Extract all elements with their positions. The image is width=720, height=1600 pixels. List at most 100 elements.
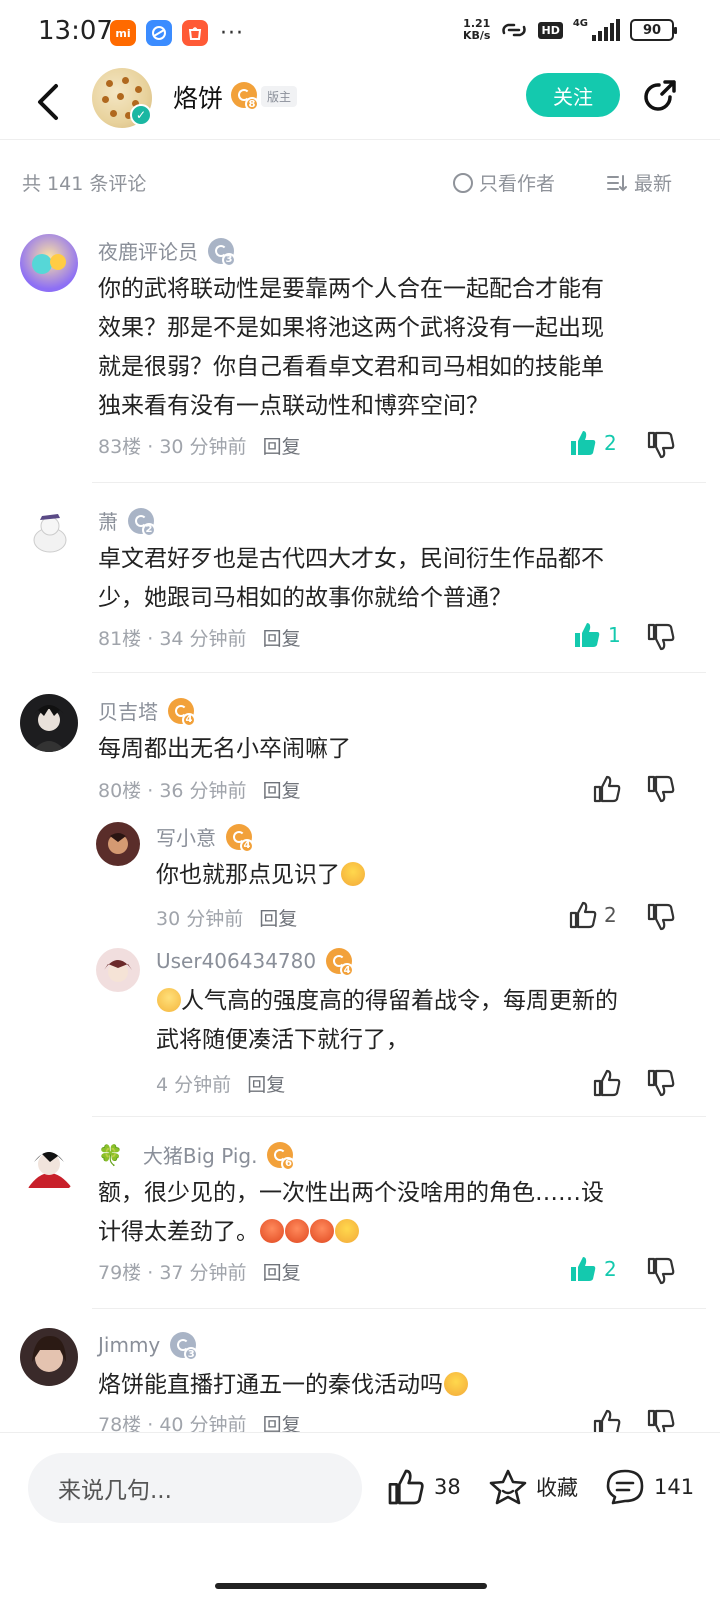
reply-user-avatar[interactable] — [96, 822, 140, 866]
home-indicator[interactable] — [215, 1583, 487, 1589]
angry-emoji-icon — [285, 1219, 309, 1243]
reply-button[interactable]: 回复 — [259, 908, 297, 930]
thumbs-up-icon[interactable] — [592, 774, 622, 804]
sort-label: 最新 — [634, 173, 673, 195]
comment-line: 计得太差劲了。 — [98, 1219, 259, 1245]
comment-item: 🍀 大猪Big Pig. 6 额，很少见的，一次性出两个没啥用的角色……设 计得… — [0, 1116, 720, 1309]
author-name[interactable]: 烙饼 — [173, 79, 223, 115]
thumbs-up-filled-icon — [571, 1257, 596, 1281]
reply-time: 30 分钟前 — [156, 908, 244, 930]
browser-app-icon — [146, 20, 172, 46]
reply-button[interactable]: 回复 — [263, 628, 301, 650]
like-button[interactable]: 1 — [572, 620, 621, 650]
thumbs-down-icon[interactable] — [646, 902, 676, 932]
floor-number: 78楼 — [98, 1414, 142, 1432]
thumbs-up-icon — [388, 1469, 424, 1505]
thumbs-up-icon — [569, 901, 597, 929]
reply-text: 人气高的强度高的得留着战令，每周更新的 武将随便凑活下就行了， — [156, 982, 618, 1060]
level-number: 3 — [222, 252, 236, 267]
comments-button[interactable]: 141 — [604, 1467, 694, 1507]
thumbs-down-icon[interactable] — [646, 622, 676, 652]
user-avatar[interactable] — [20, 1138, 78, 1196]
like-button[interactable]: 2 — [568, 900, 617, 930]
comment-username[interactable]: 大猪Big Pig. — [143, 1140, 258, 1169]
share-icon[interactable] — [640, 78, 678, 116]
mi-app-icon: mi — [110, 20, 136, 46]
favorite-button[interactable]: 收藏 — [488, 1467, 578, 1507]
moderator-tag: 版主 — [261, 86, 298, 107]
reply-text: 你也就那点见识了 — [156, 856, 365, 895]
comment-username-row: 夜鹿评论员 3 — [98, 236, 236, 267]
thumbs-up-filled-icon — [575, 623, 600, 647]
comment-text: 卓文君好歹也是古代四大才女，民间衍生作品都不 少，她跟司马相如的故事你就给个普通… — [98, 540, 604, 618]
reply-button[interactable]: 回复 — [247, 1074, 285, 1096]
thumbs-down-icon[interactable] — [646, 774, 676, 804]
reply-button[interactable]: 回复 — [263, 780, 301, 802]
reply-button[interactable]: 回复 — [263, 436, 301, 458]
level-badge-icon: 3 — [170, 1332, 199, 1361]
comment-username[interactable]: 夜鹿评论员 — [98, 236, 198, 265]
sort-latest-button[interactable]: 最新 — [606, 169, 672, 196]
comment-line: 你的武将联动性是要靠两个人合在一起配合才能有 — [98, 276, 604, 302]
reply-button[interactable]: 回复 — [263, 1262, 301, 1284]
reply-username[interactable]: User406434780 — [156, 949, 316, 973]
reply-meta: 30 分钟前 回复 — [156, 904, 297, 931]
comment-meta: 83楼 · 30 分钟前 回复 — [98, 436, 301, 458]
thumbs-up-icon[interactable] — [592, 1068, 622, 1098]
like-button[interactable]: 2 — [568, 1254, 617, 1284]
radio-circle-icon — [453, 172, 473, 193]
comment-input[interactable]: 来说几句... — [28, 1453, 362, 1523]
level-number: 4 — [340, 963, 355, 977]
post-like-count: 38 — [434, 1475, 461, 1499]
comment-text: 额，很少见的，一次性出两个没啥用的角色……设 计得太差劲了。 — [98, 1174, 604, 1252]
smile-emoji-icon — [157, 988, 181, 1012]
verified-check-icon: ✓ — [130, 104, 152, 126]
star-icon — [489, 1469, 527, 1505]
thumbs-up-icon[interactable] — [592, 1408, 622, 1432]
author-only-toggle[interactable]: 只看作者 — [453, 169, 555, 196]
comment-meta: 81楼 · 34 分钟前 回复 — [98, 628, 301, 650]
crying-emoji-icon — [341, 862, 365, 886]
thumbs-down-icon[interactable] — [646, 1068, 676, 1098]
like-button[interactable]: 2 — [568, 428, 617, 458]
post-like-button[interactable]: 38 — [386, 1467, 461, 1507]
follow-button[interactable]: 关注 — [526, 73, 620, 117]
comment-item: Jimmy 3 烙饼能直播打通五一的秦伐活动吗 78楼 · 40 分钟前 回复 — [0, 1308, 720, 1432]
comment-list: 夜鹿评论员 3 你的武将联动性是要靠两个人合在一起配合才能有 效果？那是不是如果… — [0, 220, 720, 1432]
comment-username[interactable]: 贝吉塔 — [98, 696, 158, 725]
comment-line: 独来看有没有一点联动性和博弈空间？ — [98, 393, 489, 419]
user-avatar[interactable] — [20, 694, 78, 752]
clover-icon: 🍀 — [98, 1142, 123, 1167]
author-only-label: 只看作者 — [479, 173, 556, 195]
comment-username[interactable]: 萧 — [98, 506, 118, 535]
comment-time: 30 分钟前 — [159, 436, 247, 458]
user-avatar[interactable] — [20, 1328, 78, 1386]
reply-user-avatar[interactable] — [96, 948, 140, 992]
user-avatar[interactable] — [20, 504, 78, 562]
level-badge-icon: 2 — [128, 507, 156, 537]
comment-count: 共 141 条评论 — [22, 173, 147, 195]
comment-username-row: 贝吉塔 4 — [98, 696, 196, 727]
link-icon — [502, 23, 527, 37]
comment-meta: 80楼 · 36 分钟前 回复 — [98, 780, 301, 802]
comment-item: 夜鹿评论员 3 你的武将联动性是要靠两个人合在一起配合才能有 效果？那是不是如果… — [0, 220, 720, 483]
level-badge-icon: 4 — [168, 697, 196, 727]
crying-emoji-icon — [335, 1219, 359, 1243]
comment-username[interactable]: Jimmy — [98, 1333, 160, 1357]
reply-username-row: 写小意 4 — [156, 822, 254, 853]
status-indicators: 1.21 KB/s HD 4G 90 — [463, 18, 677, 42]
level-number: 3 — [184, 1347, 199, 1361]
thumbs-down-icon[interactable] — [646, 1256, 676, 1286]
level-number: 2 — [142, 522, 156, 537]
reply-username[interactable]: 写小意 — [156, 822, 216, 851]
thumbs-down-icon[interactable] — [646, 1408, 676, 1432]
status-bar: 13:07 mi ··· 1.21 KB/s HD 4G 90 — [0, 0, 720, 66]
angry-emoji-icon — [310, 1219, 334, 1243]
back-arrow-icon[interactable] — [32, 80, 66, 124]
user-avatar[interactable] — [20, 234, 78, 292]
thumbs-down-icon[interactable] — [646, 430, 676, 460]
reply-button[interactable]: 回复 — [263, 1414, 301, 1432]
comment-meta: 79楼 · 37 分钟前 回复 — [98, 1262, 301, 1284]
level-badge-icon: 4 — [226, 823, 254, 853]
comment-username-row: 萧 2 — [98, 506, 156, 537]
